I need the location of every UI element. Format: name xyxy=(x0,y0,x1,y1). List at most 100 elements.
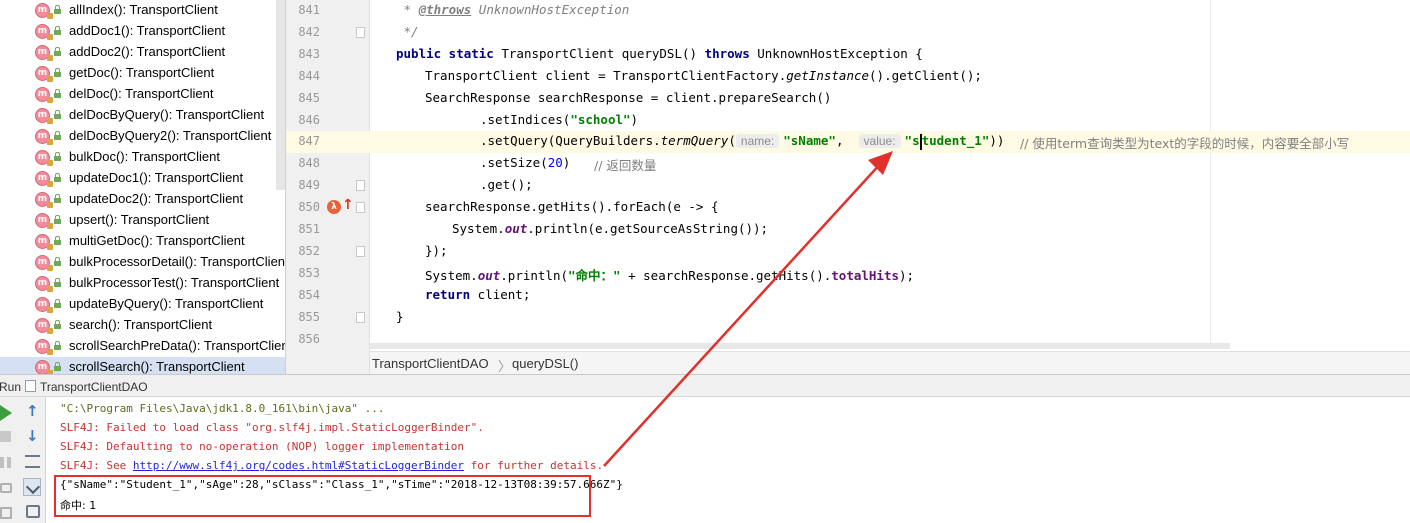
run-tab-label[interactable]: Run xyxy=(0,380,21,394)
method-icon: m xyxy=(35,108,53,124)
line-number: 846 xyxy=(298,113,320,127)
stop-icon[interactable] xyxy=(0,431,11,442)
settings-icon[interactable] xyxy=(0,507,12,519)
code-line-854[interactable]: 854 return client; xyxy=(286,285,1410,307)
method-label: search(): TransportClient xyxy=(69,317,213,332)
code-line-855[interactable]: 855 } xyxy=(286,307,1410,329)
code-line-843[interactable]: 843 public static TransportClient queryD… xyxy=(286,44,1410,66)
public-lock-icon xyxy=(54,152,61,161)
code-text: */ xyxy=(396,24,419,39)
code-line-851[interactable]: 851 System.out.println(e.getSourceAsStri… xyxy=(286,219,1410,241)
method-label: allIndex(): TransportClient xyxy=(69,2,218,17)
public-lock-icon xyxy=(54,110,61,119)
breadcrumb-separator: 〉 xyxy=(498,359,512,374)
public-lock-icon xyxy=(54,236,61,245)
structure-method-item[interactable]: m updateDoc1(): TransportClient xyxy=(0,168,285,189)
breadcrumb-method[interactable]: queryDSL() xyxy=(512,356,578,371)
public-lock-icon xyxy=(54,299,61,308)
code-editor[interactable]: 841 * @throws UnknownHostException 842 *… xyxy=(286,0,1410,374)
method-icon: m xyxy=(35,255,53,271)
fold-marker-icon[interactable] xyxy=(356,27,365,38)
code-text: public static TransportClient queryDSL()… xyxy=(396,46,923,61)
run-config-name[interactable]: TransportClientDAO xyxy=(40,380,148,394)
method-label: scrollSearchPreData(): TransportClient xyxy=(69,338,286,353)
code-text: } xyxy=(396,309,404,324)
run-toolbar: ↑ ↓ xyxy=(0,397,46,523)
run-config-icon xyxy=(25,380,36,392)
method-icon: m xyxy=(35,24,53,40)
code-comment: // 使用term查询类型为text的字段的时候，内容要全部小写 xyxy=(1020,136,1350,151)
structure-method-item[interactable]: m updateByQuery(): TransportClient xyxy=(0,294,285,315)
structure-method-item[interactable]: m addDoc2(): TransportClient xyxy=(0,42,285,63)
print-icon[interactable] xyxy=(26,505,40,518)
line-number: 843 xyxy=(298,47,320,61)
structure-method-item[interactable]: m bulkProcessorDetail(): TransportClient xyxy=(0,252,285,273)
public-lock-icon xyxy=(54,68,61,77)
slf4j-link[interactable]: http://www.slf4j.org/codes.html#StaticLo… xyxy=(133,459,464,472)
method-icon: m xyxy=(35,297,53,313)
scroll-to-end-icon[interactable] xyxy=(23,478,41,496)
structure-method-item[interactable]: m bulkProcessorTest(): TransportClient xyxy=(0,273,285,294)
code-line-853[interactable]: 853 System.out.println("命中：" + searchRes… xyxy=(286,263,1410,285)
console-line-slf4j-2: SLF4J: Defaulting to no-operation (NOP) … xyxy=(60,440,464,453)
structure-method-item[interactable]: m bulkDoc(): TransportClient xyxy=(0,147,285,168)
code-line-844[interactable]: 844 TransportClient client = TransportCl… xyxy=(286,66,1410,88)
structure-method-item[interactable]: m delDocByQuery2(): TransportClient xyxy=(0,126,285,147)
structure-method-item[interactable]: m addDoc1(): TransportClient xyxy=(0,21,285,42)
method-label: updateDoc2(): TransportClient xyxy=(69,191,244,206)
arrow-down-icon[interactable]: ↓ xyxy=(26,427,39,445)
editor-horizontal-scrollbar[interactable] xyxy=(370,343,1230,349)
code-line-845[interactable]: 845 SearchResponse searchResponse = clie… xyxy=(286,88,1410,110)
rerun-icon[interactable] xyxy=(0,405,12,421)
lambda-icon[interactable]: λ xyxy=(327,200,341,214)
public-lock-icon xyxy=(54,173,61,182)
arrow-up-icon[interactable]: ↑ xyxy=(26,402,39,420)
soft-wrap-icon[interactable] xyxy=(25,455,40,468)
dump-threads-icon[interactable] xyxy=(0,483,12,493)
structure-method-item[interactable]: m getDoc(): TransportClient xyxy=(0,63,285,84)
go-to-super-icon[interactable]: ↑ xyxy=(342,197,354,213)
method-label: upsert(): TransportClient xyxy=(69,212,210,227)
structure-method-item[interactable]: m delDoc(): TransportClient xyxy=(0,84,285,105)
run-tool-window-header: Run TransportClientDAO xyxy=(0,374,1410,397)
line-number: 847 xyxy=(298,134,320,148)
structure-method-item[interactable]: m upsert(): TransportClient xyxy=(0,210,285,231)
line-number: 851 xyxy=(298,222,320,236)
method-label: addDoc1(): TransportClient xyxy=(69,23,226,38)
code-line-841[interactable]: 841 * @throws UnknownHostException xyxy=(286,0,1410,22)
code-line-842[interactable]: 842 */ xyxy=(286,22,1410,44)
line-number: 849 xyxy=(298,178,320,192)
code-text: .setIndices("school") xyxy=(480,112,639,127)
breadcrumb-class[interactable]: TransportClientDAO xyxy=(372,356,489,371)
public-lock-icon xyxy=(54,257,61,266)
code-line-848[interactable]: 848 .setSize(20) // 返回数量 xyxy=(286,153,1410,175)
public-lock-icon xyxy=(54,362,61,371)
structure-method-item[interactable]: m multiGetDoc(): TransportClient xyxy=(0,231,285,252)
structure-method-item[interactable]: m updateDoc2(): TransportClient xyxy=(0,189,285,210)
code-line-849[interactable]: 849 .get(); xyxy=(286,175,1410,197)
method-icon: m xyxy=(35,3,53,19)
console-line-java: "C:\Program Files\Java\jdk1.8.0_161\bin\… xyxy=(60,402,385,415)
code-text: }); xyxy=(425,243,448,258)
structure-method-item[interactable]: m scrollSearch(): TransportClient xyxy=(0,357,285,374)
code-line-846[interactable]: 846 .setIndices("school") xyxy=(286,110,1410,132)
structure-method-item[interactable]: m delDocByQuery(): TransportClient xyxy=(0,105,285,126)
method-label: scrollSearch(): TransportClient xyxy=(69,359,245,374)
pause-icon[interactable] xyxy=(0,457,11,468)
code-line-847-current[interactable]: 847 .setQuery(QueryBuilders.termQuery(na… xyxy=(286,131,1410,153)
method-icon: m xyxy=(35,192,53,208)
method-icon: m xyxy=(35,339,53,355)
fold-marker-icon[interactable] xyxy=(356,246,365,257)
structure-method-item[interactable]: m allIndex(): TransportClient xyxy=(0,0,285,21)
structure-method-item[interactable]: m scrollSearchPreData(): TransportClient xyxy=(0,336,286,357)
line-number: 850 xyxy=(298,200,320,214)
fold-marker-icon[interactable] xyxy=(356,180,365,191)
code-text: System.out.println(e.getSourceAsString()… xyxy=(452,221,769,236)
fold-marker-icon[interactable] xyxy=(356,202,365,213)
fold-marker-icon[interactable] xyxy=(356,312,365,323)
public-lock-icon xyxy=(54,5,61,14)
code-line-850[interactable]: 850 λ ↑ searchResponse.getHits().forEach… xyxy=(286,197,1410,219)
code-line-852[interactable]: 852 }); xyxy=(286,241,1410,263)
structure-method-item[interactable]: m search(): TransportClient xyxy=(0,315,285,336)
structure-scrollbar[interactable] xyxy=(276,0,285,190)
